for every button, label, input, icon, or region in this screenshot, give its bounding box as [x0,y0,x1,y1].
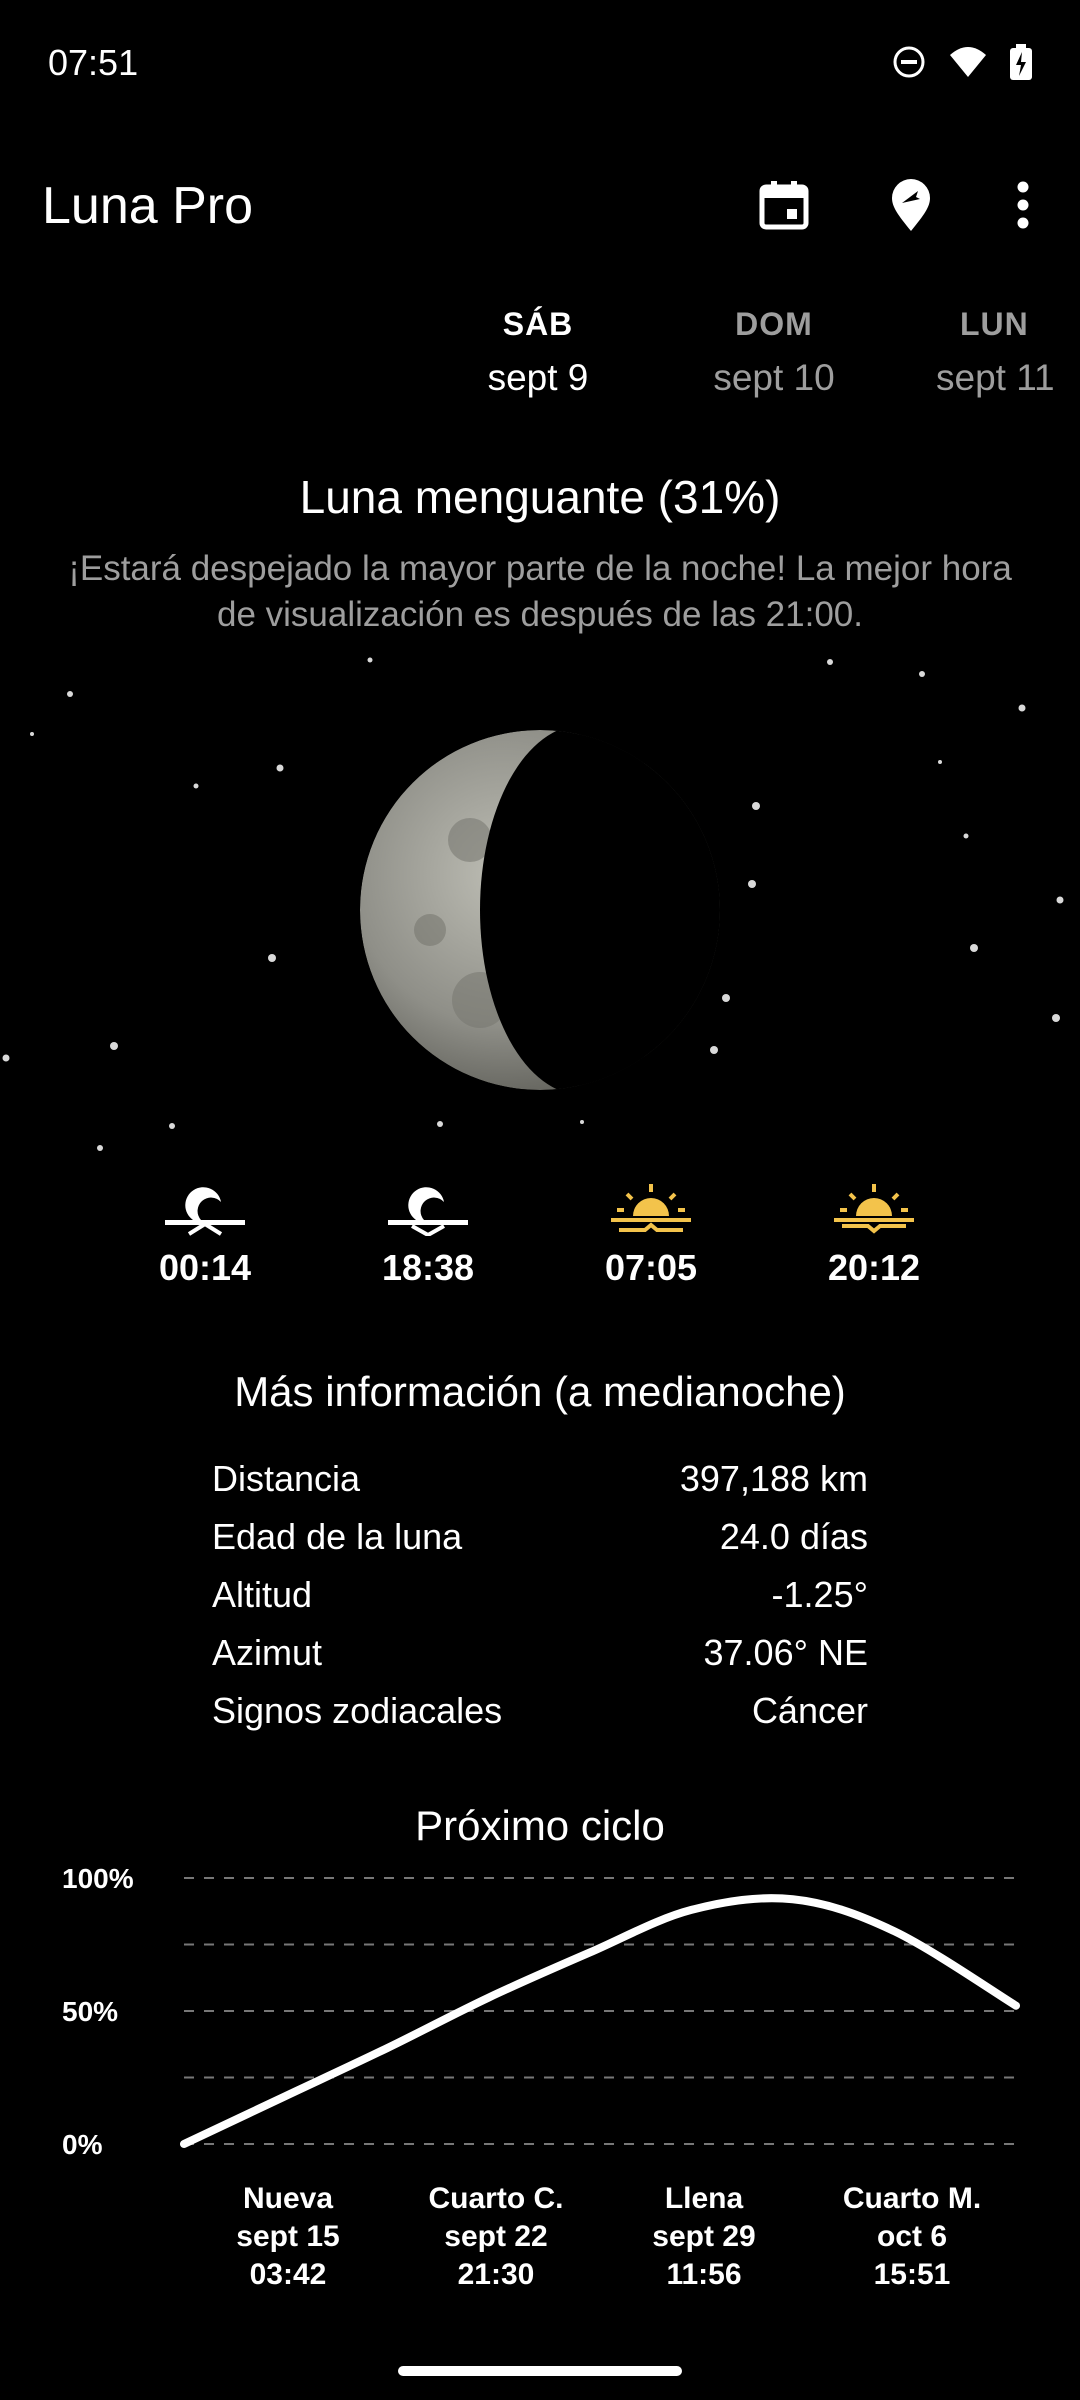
moonrise: 00:14 [125,1180,285,1289]
status-icons [892,44,1032,80]
info-label: Azimut [212,1632,323,1673]
info-value: 37.06° NE [703,1632,869,1673]
moonset: 18:38 [348,1180,508,1289]
info-row-age: Edad de la luna 24.0 días [212,1508,868,1566]
phase-label: 21:30 [458,2258,535,2291]
status-time: 07:51 [48,42,139,83]
info-label: Signos zodiacales [212,1690,503,1731]
info-row-zodiac: Signos zodiacales Cáncer [212,1682,868,1740]
y-tick-label: 100% [62,1863,134,1894]
wifi-icon [950,47,986,77]
more-vert-icon [1017,181,1029,229]
day-tab-dow: SÁB [502,306,574,342]
phase-title: Luna menguante (31%) [299,471,781,523]
location-icon [892,179,930,231]
info-value: Cáncer [751,1690,868,1731]
info-label: Altitud [212,1574,313,1615]
cycle-chart: 100% 50% 0% Nueva sept 15 03:42 Cuarto C. sept … [62,1863,1020,2291]
moonset-icon [388,1187,468,1238]
phase-label: oct 6 [877,2220,947,2253]
moonrise-icon [165,1187,245,1236]
sunrise: 07:05 [571,1180,731,1289]
moonset-time: 18:38 [381,1247,475,1288]
phase-label: sept 29 [652,2220,755,2253]
info-value: -1.25° [771,1574,868,1615]
day-tab-date: sept 11 [936,357,1055,398]
phase-label: Cuarto C. [429,2182,564,2215]
phase-label: 15:51 [874,2258,951,2291]
info-row-altitude: Altitud -1.25° [212,1566,868,1624]
day-tab-sun[interactable]: DOM sept 10 [674,306,874,399]
info-value: 397,188 km [679,1458,868,1499]
info-row-distance: Distancia 397,188 km [212,1450,868,1508]
info-table: Distancia 397,188 km Edad de la luna 24.… [212,1450,868,1740]
phase-description: ¡Estará despejado la mayor parte de la n… [68,549,1012,634]
info-title: Más información (a medianoche) [234,1368,846,1415]
sunset: 20:12 [794,1180,954,1289]
phase-label: Nueva [243,2182,333,2215]
sunset-time: 20:12 [827,1247,921,1288]
calendar-button[interactable] [749,170,819,240]
day-tab-mon[interactable]: LUN sept 11 [910,306,1080,399]
day-tab-dow: LUN [960,306,1029,342]
calendar-icon [759,181,809,230]
cycle-title: Próximo ciclo [415,1802,665,1849]
phase-label: Cuarto M. [843,2182,981,2215]
info-label: Edad de la luna [212,1516,463,1557]
app-title: Luna Pro [42,177,254,235]
phase-label: 11:56 [666,2258,741,2291]
battery-charging-icon [1010,44,1032,80]
moonrise-time: 00:14 [158,1247,252,1288]
moon [360,730,720,1090]
day-tab-dow: DOM [735,306,813,342]
y-tick-label: 0% [62,2129,103,2160]
info-value: 24.0 días [719,1516,868,1557]
dnd-icon [893,46,925,78]
y-tick-label: 50% [62,1996,118,2027]
home-indicator[interactable] [398,2366,682,2376]
day-tab-sat[interactable]: SÁB sept 9 [438,306,638,399]
info-row-azimuth: Azimut 37.06° NE [212,1624,868,1682]
illumination-line [180,1894,1020,2148]
phase-label: 03:42 [250,2258,327,2291]
sunrise-time: 07:05 [604,1247,698,1288]
phase-label: Llena [665,2182,744,2215]
location-button[interactable] [876,170,946,240]
day-tab-date: sept 9 [487,357,589,398]
sunrise-icon [611,1184,691,1232]
phase-label: sept 22 [444,2220,547,2253]
day-tab-date: sept 10 [713,357,835,398]
moon-sky [2,657,1064,1151]
phase-label: sept 15 [236,2220,339,2253]
info-label: Distancia [212,1458,361,1499]
sunset-icon [834,1184,914,1234]
more-options-button[interactable] [988,170,1058,240]
